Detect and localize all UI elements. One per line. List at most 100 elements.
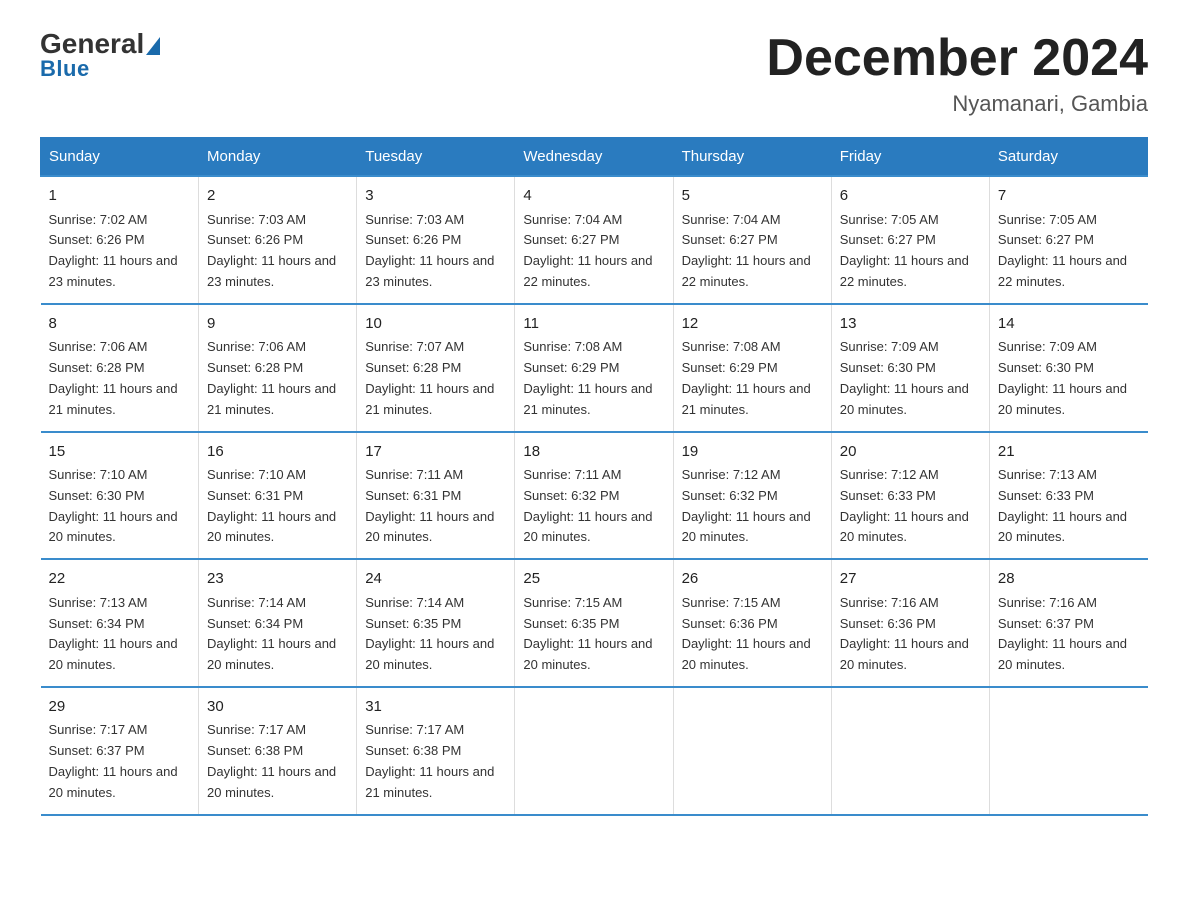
day-info: Sunrise: 7:10 AMSunset: 6:30 PMDaylight:… [49, 467, 178, 544]
day-number: 19 [682, 441, 823, 464]
logo-blue: Blue [40, 56, 90, 82]
day-info: Sunrise: 7:06 AMSunset: 6:28 PMDaylight:… [49, 339, 178, 416]
day-number: 14 [998, 313, 1140, 336]
day-info: Sunrise: 7:10 AMSunset: 6:31 PMDaylight:… [207, 467, 336, 544]
day-info: Sunrise: 7:08 AMSunset: 6:29 PMDaylight:… [523, 339, 652, 416]
calendar-cell: 29 Sunrise: 7:17 AMSunset: 6:37 PMDaylig… [41, 687, 199, 815]
day-info: Sunrise: 7:11 AMSunset: 6:31 PMDaylight:… [365, 467, 494, 544]
day-info: Sunrise: 7:12 AMSunset: 6:33 PMDaylight:… [840, 467, 969, 544]
calendar-cell: 15 Sunrise: 7:10 AMSunset: 6:30 PMDaylig… [41, 432, 199, 560]
calendar-cell: 22 Sunrise: 7:13 AMSunset: 6:34 PMDaylig… [41, 559, 199, 687]
day-number: 16 [207, 441, 348, 464]
calendar-cell: 19 Sunrise: 7:12 AMSunset: 6:32 PMDaylig… [673, 432, 831, 560]
day-info: Sunrise: 7:08 AMSunset: 6:29 PMDaylight:… [682, 339, 811, 416]
day-info: Sunrise: 7:06 AMSunset: 6:28 PMDaylight:… [207, 339, 336, 416]
week-row-5: 29 Sunrise: 7:17 AMSunset: 6:37 PMDaylig… [41, 687, 1148, 815]
day-number: 26 [682, 568, 823, 591]
day-info: Sunrise: 7:15 AMSunset: 6:36 PMDaylight:… [682, 595, 811, 672]
day-number: 24 [365, 568, 506, 591]
day-number: 5 [682, 185, 823, 208]
day-number: 7 [998, 185, 1140, 208]
calendar-cell: 24 Sunrise: 7:14 AMSunset: 6:35 PMDaylig… [357, 559, 515, 687]
page-header: General Blue December 2024 Nyamanari, Ga… [40, 30, 1148, 117]
weekday-header-friday: Friday [831, 138, 989, 177]
calendar-body: 1 Sunrise: 7:02 AMSunset: 6:26 PMDayligh… [41, 176, 1148, 814]
day-number: 21 [998, 441, 1140, 464]
day-number: 2 [207, 185, 348, 208]
calendar-cell: 11 Sunrise: 7:08 AMSunset: 6:29 PMDaylig… [515, 304, 673, 432]
calendar-cell: 25 Sunrise: 7:15 AMSunset: 6:35 PMDaylig… [515, 559, 673, 687]
title-block: December 2024 Nyamanari, Gambia [766, 30, 1148, 117]
calendar-cell: 3 Sunrise: 7:03 AMSunset: 6:26 PMDayligh… [357, 176, 515, 304]
calendar-header: SundayMondayTuesdayWednesdayThursdayFrid… [41, 138, 1148, 177]
day-info: Sunrise: 7:16 AMSunset: 6:37 PMDaylight:… [998, 595, 1127, 672]
calendar-table: SundayMondayTuesdayWednesdayThursdayFrid… [40, 137, 1148, 815]
month-title: December 2024 [766, 30, 1148, 87]
day-info: Sunrise: 7:11 AMSunset: 6:32 PMDaylight:… [523, 467, 652, 544]
week-row-1: 1 Sunrise: 7:02 AMSunset: 6:26 PMDayligh… [41, 176, 1148, 304]
day-info: Sunrise: 7:13 AMSunset: 6:34 PMDaylight:… [49, 595, 178, 672]
day-number: 27 [840, 568, 981, 591]
day-info: Sunrise: 7:04 AMSunset: 6:27 PMDaylight:… [523, 212, 652, 289]
weekday-header-sunday: Sunday [41, 138, 199, 177]
day-info: Sunrise: 7:05 AMSunset: 6:27 PMDaylight:… [998, 212, 1127, 289]
day-number: 11 [523, 313, 664, 336]
week-row-2: 8 Sunrise: 7:06 AMSunset: 6:28 PMDayligh… [41, 304, 1148, 432]
day-number: 29 [49, 696, 191, 719]
day-number: 18 [523, 441, 664, 464]
calendar-cell: 4 Sunrise: 7:04 AMSunset: 6:27 PMDayligh… [515, 176, 673, 304]
day-number: 8 [49, 313, 191, 336]
calendar-cell [989, 687, 1147, 815]
calendar-cell: 12 Sunrise: 7:08 AMSunset: 6:29 PMDaylig… [673, 304, 831, 432]
day-info: Sunrise: 7:02 AMSunset: 6:26 PMDaylight:… [49, 212, 178, 289]
day-info: Sunrise: 7:03 AMSunset: 6:26 PMDaylight:… [365, 212, 494, 289]
weekday-header-tuesday: Tuesday [357, 138, 515, 177]
calendar-cell: 7 Sunrise: 7:05 AMSunset: 6:27 PMDayligh… [989, 176, 1147, 304]
calendar-cell [515, 687, 673, 815]
calendar-cell: 17 Sunrise: 7:11 AMSunset: 6:31 PMDaylig… [357, 432, 515, 560]
day-info: Sunrise: 7:09 AMSunset: 6:30 PMDaylight:… [998, 339, 1127, 416]
day-number: 25 [523, 568, 664, 591]
day-info: Sunrise: 7:17 AMSunset: 6:38 PMDaylight:… [207, 722, 336, 799]
day-number: 3 [365, 185, 506, 208]
day-info: Sunrise: 7:17 AMSunset: 6:37 PMDaylight:… [49, 722, 178, 799]
calendar-cell: 8 Sunrise: 7:06 AMSunset: 6:28 PMDayligh… [41, 304, 199, 432]
weekday-header-saturday: Saturday [989, 138, 1147, 177]
logo: General Blue [40, 30, 160, 82]
day-number: 28 [998, 568, 1140, 591]
calendar-cell [673, 687, 831, 815]
day-number: 30 [207, 696, 348, 719]
calendar-cell: 5 Sunrise: 7:04 AMSunset: 6:27 PMDayligh… [673, 176, 831, 304]
calendar-cell: 18 Sunrise: 7:11 AMSunset: 6:32 PMDaylig… [515, 432, 673, 560]
day-number: 31 [365, 696, 506, 719]
week-row-3: 15 Sunrise: 7:10 AMSunset: 6:30 PMDaylig… [41, 432, 1148, 560]
calendar-cell: 16 Sunrise: 7:10 AMSunset: 6:31 PMDaylig… [199, 432, 357, 560]
calendar-cell: 31 Sunrise: 7:17 AMSunset: 6:38 PMDaylig… [357, 687, 515, 815]
day-info: Sunrise: 7:15 AMSunset: 6:35 PMDaylight:… [523, 595, 652, 672]
logo-general: General [40, 30, 160, 58]
day-info: Sunrise: 7:12 AMSunset: 6:32 PMDaylight:… [682, 467, 811, 544]
day-number: 13 [840, 313, 981, 336]
calendar-cell: 13 Sunrise: 7:09 AMSunset: 6:30 PMDaylig… [831, 304, 989, 432]
day-info: Sunrise: 7:07 AMSunset: 6:28 PMDaylight:… [365, 339, 494, 416]
calendar-cell: 6 Sunrise: 7:05 AMSunset: 6:27 PMDayligh… [831, 176, 989, 304]
day-number: 15 [49, 441, 191, 464]
day-info: Sunrise: 7:04 AMSunset: 6:27 PMDaylight:… [682, 212, 811, 289]
day-number: 12 [682, 313, 823, 336]
day-info: Sunrise: 7:14 AMSunset: 6:34 PMDaylight:… [207, 595, 336, 672]
weekday-header-wednesday: Wednesday [515, 138, 673, 177]
day-number: 22 [49, 568, 191, 591]
location: Nyamanari, Gambia [766, 91, 1148, 117]
day-info: Sunrise: 7:09 AMSunset: 6:30 PMDaylight:… [840, 339, 969, 416]
calendar-cell: 27 Sunrise: 7:16 AMSunset: 6:36 PMDaylig… [831, 559, 989, 687]
calendar-cell: 28 Sunrise: 7:16 AMSunset: 6:37 PMDaylig… [989, 559, 1147, 687]
day-number: 23 [207, 568, 348, 591]
day-number: 6 [840, 185, 981, 208]
day-info: Sunrise: 7:14 AMSunset: 6:35 PMDaylight:… [365, 595, 494, 672]
calendar-cell: 20 Sunrise: 7:12 AMSunset: 6:33 PMDaylig… [831, 432, 989, 560]
day-number: 10 [365, 313, 506, 336]
day-info: Sunrise: 7:03 AMSunset: 6:26 PMDaylight:… [207, 212, 336, 289]
day-number: 9 [207, 313, 348, 336]
weekday-row: SundayMondayTuesdayWednesdayThursdayFrid… [41, 138, 1148, 177]
calendar-cell: 26 Sunrise: 7:15 AMSunset: 6:36 PMDaylig… [673, 559, 831, 687]
